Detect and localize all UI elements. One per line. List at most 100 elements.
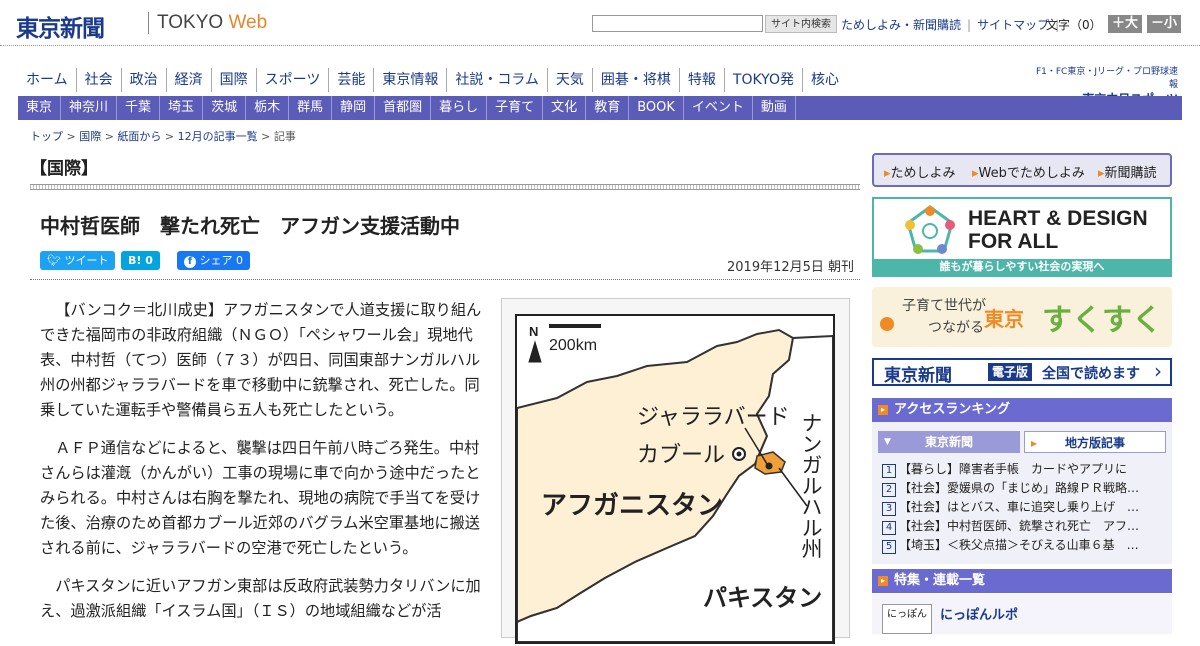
pakistan-label: パキスタン [703, 584, 822, 612]
ranking-item[interactable]: 3 【社会】はとバス、車に追突し乗り上げ … [882, 498, 1162, 516]
site-search-input[interactable] [592, 15, 763, 32]
region-tochigi[interactable]: 栃木 [246, 96, 290, 120]
region-video[interactable]: 動画 [753, 96, 796, 120]
share-label: シェア 0 [199, 254, 244, 267]
map-graphic: N 200km ジャララバード カブール ナンガルハル州 アフガニスタン パキス… [516, 324, 834, 643]
facebook-icon: f [184, 256, 196, 268]
special-item-link[interactable]: にっぽんルポ [940, 604, 1018, 623]
arrow-icon: ▸ [878, 405, 888, 415]
logo-en-suffix: Web [228, 12, 268, 33]
site-logo-en[interactable]: TOKYO Web [157, 12, 267, 34]
sitemap-link[interactable]: サイトマップ [974, 18, 1052, 32]
ranking-item[interactable]: 1 【暮らし】障害者手帳 カードやアプリに [882, 460, 1162, 478]
font-size-label: 文字（0） [1046, 18, 1102, 32]
digital-edition-badge: 電子版 [988, 363, 1033, 381]
nav-kakushin[interactable]: 核心 [803, 68, 847, 92]
nav-tokuho[interactable]: 特報 [680, 68, 725, 92]
ranking-panel: ▼ 東京新聞 ▸ 地方版記事 1 【暮らし】障害者手帳 カードやアプリに 2 【社会】愛… [872, 422, 1172, 564]
nav-editorial[interactable]: 社説・コラム [447, 68, 548, 92]
nav-society[interactable]: 社会 [77, 68, 122, 92]
kabul-marker-dot [736, 451, 742, 457]
rank-number: 5 [882, 540, 896, 554]
heart-design-banner[interactable]: HEART & DESIGN FOR ALL 誰もが暮らしやすい社会の実現へ [872, 197, 1172, 277]
heart-design-logo-icon [905, 205, 955, 254]
ranking-item[interactable]: 5 【埼玉】＜秩父点描＞そびえる山車６基 … [882, 536, 1162, 554]
font-bigger-button[interactable]: ＋大 [1108, 15, 1142, 33]
chunichi-tagline: F1・FC東京・Jリーグ・プロ野球速報 [1035, 67, 1178, 90]
site-search-button[interactable]: サイト内検索 [765, 15, 837, 33]
breadcrumb-current: 記事 [273, 130, 296, 143]
region-kurashi[interactable]: 暮らし [431, 96, 488, 120]
ranking-item[interactable]: 4 【社会】中村哲医師、銃撃され死亡 アフ… [882, 517, 1162, 535]
region-saitama[interactable]: 埼玉 [160, 96, 204, 120]
section-rule [30, 184, 860, 190]
heart-design-title-line2: FOR ALL [968, 230, 1059, 253]
region-tokyo[interactable]: 東京 [18, 96, 62, 120]
breadcrumb-december-list[interactable]: 12月の記事一覧 [178, 130, 258, 143]
tweet-label: ツイート [64, 254, 109, 267]
sukusuku-banner[interactable]: 子育て世代が つながる 東京 すくすく [872, 287, 1172, 347]
nav-weather[interactable]: 天気 [548, 68, 593, 92]
region-shizuoka[interactable]: 静岡 [332, 96, 376, 120]
nav-politics[interactable]: 政治 [122, 68, 167, 92]
region-event[interactable]: イベント [684, 96, 753, 120]
ranking-tab-local-label: 地方版記事 [1064, 436, 1125, 450]
ranking-tab-local[interactable]: ▸ 地方版記事 [1024, 431, 1166, 453]
facebook-share-button[interactable]: f シェア 0 [177, 251, 250, 270]
ranking-item[interactable]: 2 【社会】愛媛県の「まじめ」路線ＰＲ戦略… [882, 479, 1162, 497]
region-kyoiku[interactable]: 教育 [586, 96, 630, 120]
arrow-icon: ▸ [1031, 436, 1038, 450]
heart-design-title: HEART & DESIGN FOR ALL [968, 207, 1148, 253]
ranking-title-text: 【社会】中村哲医師、銃撃され死亡 アフ… [899, 519, 1140, 533]
article-body: 【バンコク＝北川成史】アフガニスタンで人道支援に取り組んできた福岡市の非政府組織… [40, 298, 490, 637]
digital-edition-banner[interactable]: 東京新聞 電子版 全国で読めます › [872, 358, 1172, 386]
nav-home[interactable]: ホーム [18, 68, 77, 92]
nav-tokyo-hatsu[interactable]: TOKYO発 [725, 68, 803, 92]
special-header: ▸ 特集・連載一覧 [872, 569, 1172, 593]
logo-divider [148, 12, 149, 34]
font-smaller-button[interactable]: －小 [1147, 15, 1181, 33]
nav-sports[interactable]: スポーツ [257, 68, 330, 92]
region-kosodate[interactable]: 子育て [487, 96, 544, 120]
special-title: 特集・連載一覧 [894, 573, 986, 588]
trial-banner: ▸ためしよみ ▸Webでためしよみ ▸新聞購読 [872, 153, 1172, 187]
region-book[interactable]: BOOK [629, 96, 684, 120]
nav-tokyo-info[interactable]: 東京情報 [374, 68, 448, 92]
province-label: ナンガルハル州 [799, 412, 823, 559]
nav-entertainment[interactable]: 芸能 [329, 68, 375, 92]
article-paragraph: ＡＦＰ通信などによると、襲撃は四日午前八時ごろ発生。中村さんらは灌漑（かんがい）… [40, 439, 481, 557]
breadcrumb-top[interactable]: トップ [30, 130, 63, 143]
breadcrumb-international[interactable]: 国際 [79, 130, 101, 143]
breadcrumb-paper[interactable]: 紙面から [117, 130, 161, 143]
sukusuku-tagline1: 子育て世代が [902, 298, 986, 314]
region-gunma[interactable]: 群馬 [289, 96, 333, 120]
site-header: 東京新聞 TOKYO Web サイト内検索 ためしよみ・新聞購読 | サイトマップ |… [0, 0, 1200, 46]
article-paragraph: 【バンコク＝北川成史】アフガニスタンで人道支援に取り組んできた福岡市の非政府組織… [40, 301, 482, 419]
trial-subscribe-link[interactable]: ためしよみ・新聞購読 [838, 18, 964, 32]
tweet-button[interactable]: 🐦︎ ツイート [40, 251, 116, 270]
rank-number: 3 [882, 502, 896, 516]
subscribe-link[interactable]: ▸新聞購読 [1098, 162, 1157, 181]
flower-icon [880, 317, 894, 331]
special-panel: にっぽん にっぽんルポ [872, 594, 1172, 634]
ranking-tab-tokyo[interactable]: ▼ 東京新聞 [878, 431, 1020, 453]
trial-read-link[interactable]: ▸ためしよみ [884, 162, 956, 181]
region-shutoken[interactable]: 首都圏 [375, 96, 432, 120]
nav-go-shogi[interactable]: 囲碁・将棋 [593, 68, 680, 92]
region-chiba[interactable]: 千葉 [117, 96, 161, 120]
nav-international[interactable]: 国際 [212, 68, 257, 92]
sukusuku-tagline2: つながる [928, 320, 984, 336]
site-logo[interactable]: 東京新聞 [16, 9, 105, 43]
kabul-label: カブール [637, 443, 725, 468]
web-trial-link[interactable]: ▸Webでためしよみ [972, 162, 1085, 181]
afghanistan-map[interactable]: N 200km ジャララバード カブール ナンガルハル州 アフガニスタン パキス… [515, 314, 835, 644]
digital-edition-text: 全国で読めます [1042, 366, 1140, 382]
nav-economy[interactable]: 経済 [167, 68, 212, 92]
region-kanagawa[interactable]: 神奈川 [61, 96, 118, 120]
jalalabad-marker [765, 462, 773, 470]
north-arrow-icon [528, 340, 542, 363]
region-bunka[interactable]: 文化 [543, 96, 587, 120]
chevron-right-icon: › [1154, 359, 1162, 383]
region-ibaraki[interactable]: 茨城 [203, 96, 247, 120]
hatena-bookmark-button[interactable]: B! 0 [121, 251, 160, 270]
